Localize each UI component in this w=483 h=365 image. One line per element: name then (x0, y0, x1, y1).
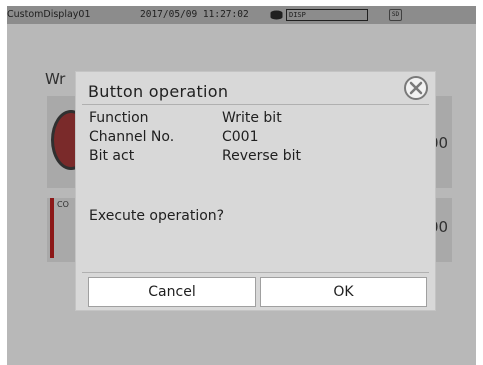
info-row-channel: Channel No. C001 (89, 129, 419, 147)
info-label: Bit act (89, 148, 135, 164)
sd-card-icon: SD (389, 9, 402, 21)
info-value: Reverse bit (222, 148, 301, 164)
disk-icon (270, 10, 283, 20)
button-operation-dialog: Button operation Function Write bit Chan… (75, 71, 436, 311)
background-small-label: CO (57, 200, 69, 209)
info-row-function: Function Write bit (89, 110, 419, 128)
ok-button[interactable]: OK (260, 277, 427, 307)
display-title: CustomDisplay01 (7, 9, 91, 20)
status-bar: CustomDisplay01 2017/05/09 11:27:02 DISP… (7, 6, 476, 24)
cancel-button[interactable]: Cancel (88, 277, 256, 307)
title-divider (82, 104, 429, 105)
confirm-prompt: Execute operation? (89, 208, 225, 224)
info-value: C001 (222, 129, 259, 145)
info-value: Write bit (222, 110, 282, 126)
datetime-readout: 2017/05/09 11:27:02 (140, 9, 249, 20)
background-red-bar (50, 198, 54, 258)
device-screen: CustomDisplay01 2017/05/09 11:27:02 DISP… (7, 6, 476, 365)
button-divider (82, 272, 429, 273)
info-label: Channel No. (89, 129, 175, 145)
info-row-bit-act: Bit act Reverse bit (89, 148, 419, 166)
info-label: Function (89, 110, 149, 126)
dialog-title: Button operation (88, 82, 229, 101)
disp-indicator: DISP (286, 9, 368, 21)
close-icon[interactable] (404, 76, 428, 100)
background-label: Wr (45, 70, 66, 88)
